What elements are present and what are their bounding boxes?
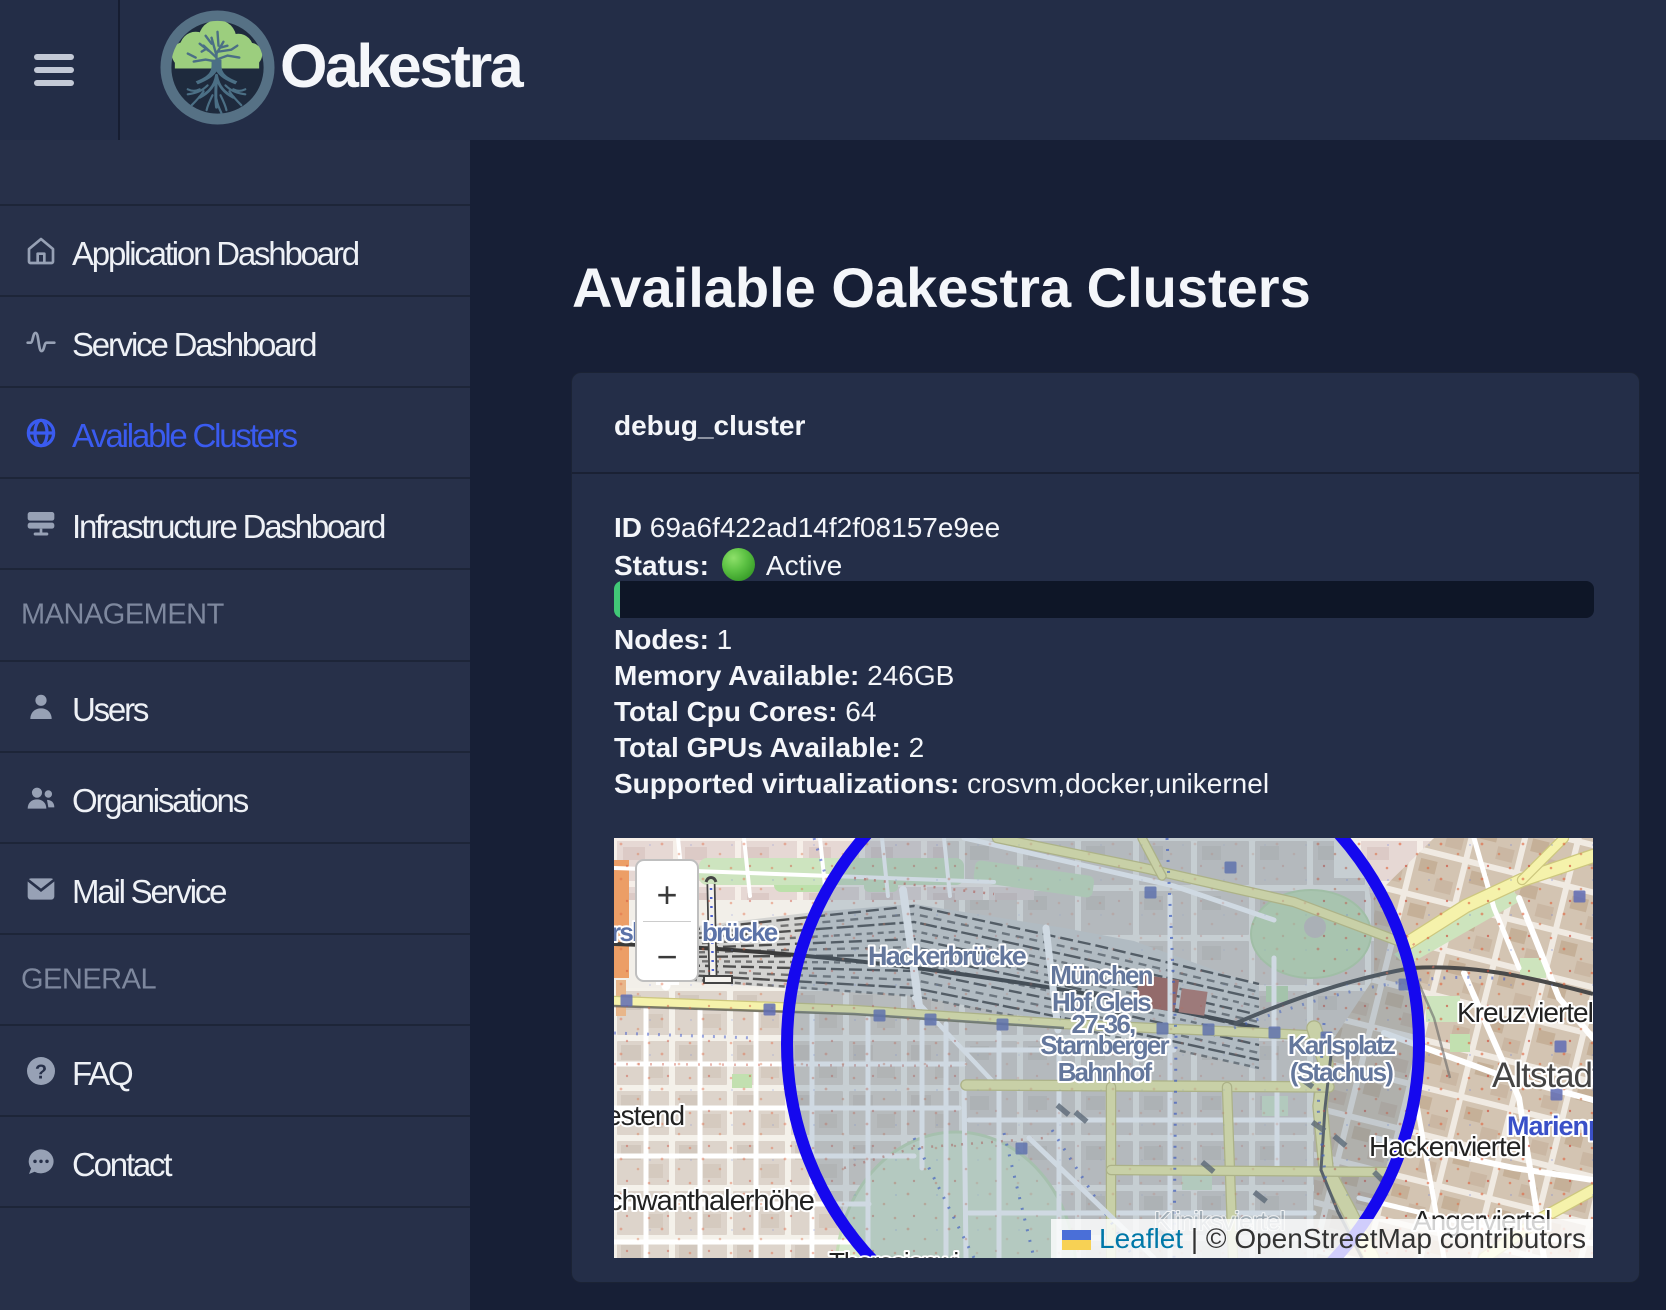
svg-text:Theresienwi: Theresienwi — [829, 1247, 958, 1258]
svg-text:(Stachus): (Stachus) — [1290, 1057, 1393, 1087]
svg-text:?: ? — [35, 1061, 47, 1083]
svg-text:brücke: brücke — [702, 917, 778, 947]
svg-text:Hackenviertel: Hackenviertel — [1369, 1131, 1526, 1162]
svg-text:Bahnhof: Bahnhof — [1058, 1057, 1153, 1087]
svg-text:estend: estend — [614, 1100, 684, 1131]
svg-text:München: München — [1050, 960, 1152, 990]
svg-text:chwanthalerhöhe: chwanthalerhöhe — [614, 1185, 814, 1217]
svg-text:Starnberger: Starnberger — [1040, 1030, 1169, 1060]
svg-text:Hackerbrücke: Hackerbrücke — [868, 941, 1027, 971]
svg-text:Altstadt: Altstadt — [1492, 1056, 1593, 1095]
svg-text:Karlsplatz: Karlsplatz — [1288, 1030, 1396, 1060]
svg-text:Kreuzviertel: Kreuzviertel — [1457, 997, 1593, 1028]
